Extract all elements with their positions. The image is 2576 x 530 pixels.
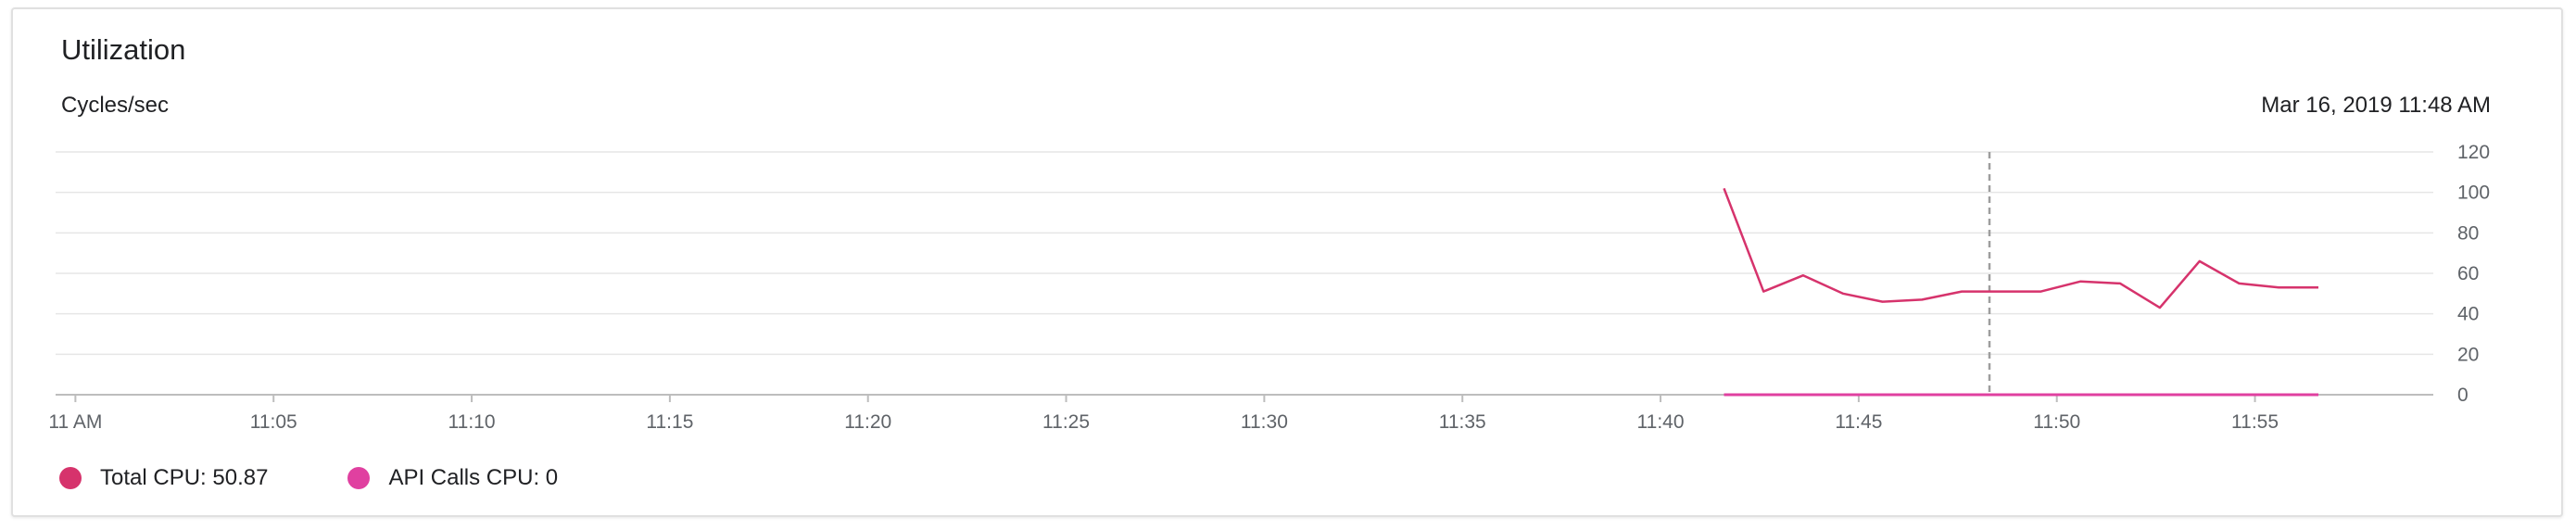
y-tick-label: 40: [2457, 304, 2479, 325]
y-axis-ticks: 0 20 40 60 80 100 120: [2457, 142, 2490, 406]
x-tick-label: 11:20: [844, 411, 891, 433]
x-tick-label: 11:30: [1241, 411, 1288, 433]
legend-label-api-calls-cpu: API Calls CPU: 0: [388, 465, 559, 490]
series-line-total-cpu: [1723, 187, 2318, 309]
series-lines: [1723, 187, 2318, 397]
legend-label-total-cpu: Total CPU: 50.87: [100, 465, 269, 490]
x-tick-label: 11:55: [2231, 411, 2279, 433]
legend-item-api-calls-cpu[interactable]: API Calls CPU: 0: [347, 465, 558, 491]
x-tick-label: 11:15: [646, 411, 693, 433]
x-tick-label: 11:10: [448, 411, 496, 433]
x-tick-label: 11:25: [1042, 411, 1090, 433]
legend-dot-total-cpu: [59, 467, 82, 489]
y-tick-label: 60: [2457, 263, 2479, 284]
legend: Total CPU: 50.87 API Calls CPU: 0: [59, 465, 638, 491]
line-chart: 0 20 40 60 80 100 120 11 AM 11:05 11:10 11:15 11:2…: [48, 142, 2490, 433]
legend-dot-api-calls-cpu: [347, 467, 371, 489]
x-tick-label: 11:45: [1835, 411, 1882, 433]
y-tick-label: 80: [2457, 222, 2479, 244]
y-tick-label: 0: [2457, 385, 2469, 406]
x-tick-label: 11 AM: [48, 411, 102, 433]
x-axis-ticks: 11 AM 11:05 11:10 11:15 11:20 11:25 11:30 11:35…: [48, 395, 2279, 433]
y-tick-label: 120: [2457, 142, 2490, 163]
x-tick-label: 11:50: [2033, 411, 2080, 433]
y-tick-label: 20: [2457, 344, 2479, 365]
x-tick-label: 11:40: [1637, 411, 1685, 433]
utilization-card: Utilization Cycles/sec Mar 16, 2019 11:4…: [11, 7, 2563, 517]
legend-item-total-cpu[interactable]: Total CPU: 50.87: [59, 465, 268, 491]
y-tick-label: 100: [2457, 183, 2490, 204]
x-tick-label: 11:05: [250, 411, 297, 433]
x-tick-label: 11:35: [1439, 411, 1486, 433]
grid-lines: [56, 151, 2433, 396]
